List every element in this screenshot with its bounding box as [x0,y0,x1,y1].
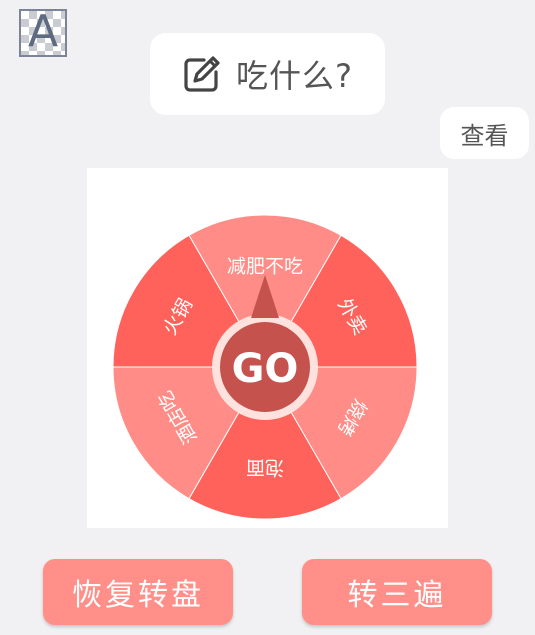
page: A 吃什么? 查看 减肥不吃 外卖 烧烤 泡面 酒店吃 火锅 GO 恢复转盘 转三遍 [0,0,535,635]
wheel-segment-label: 泡面 [246,457,284,479]
spin-three-times-button[interactable]: 转三遍 [302,559,492,625]
spin-wheel[interactable]: 减肥不吃外卖烧烤泡面酒店吃火锅 GO [87,168,448,528]
go-label: GO [232,346,299,392]
title-card[interactable]: 吃什么? [150,33,385,115]
reset-wheel-button[interactable]: 恢复转盘 [43,559,233,625]
wheel-panel: 减肥不吃 外卖 烧烤 泡面 酒店吃 火锅 GO [87,168,448,528]
page-title: 吃什么? [236,57,353,95]
avatar[interactable]: A [19,6,67,57]
avatar-letter: A [27,6,59,57]
edit-icon [184,56,220,92]
wheel-segment-label: 减肥不吃 [227,256,303,278]
view-button[interactable]: 查看 [440,107,529,159]
